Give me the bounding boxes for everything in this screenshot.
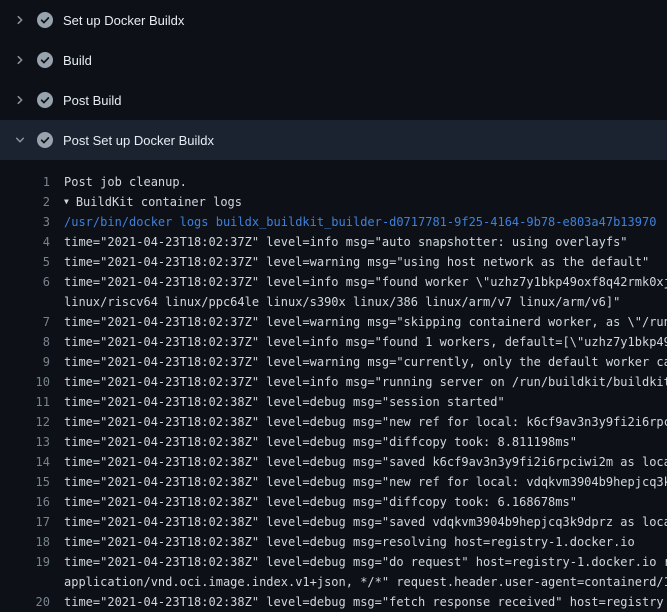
- line-number[interactable]: 12: [0, 412, 50, 432]
- log-line: 18 time="2021-04-23T18:02:38Z" level=deb…: [0, 532, 667, 552]
- line-number[interactable]: 11: [0, 392, 50, 412]
- line-number[interactable]: 14: [0, 452, 50, 472]
- check-circle-icon: [37, 132, 53, 148]
- step-label: Set up Docker Buildx: [63, 13, 184, 28]
- line-number[interactable]: 7: [0, 312, 50, 332]
- line-text: application/vnd.oci.image.index.v1+json,…: [50, 572, 667, 592]
- log-line: 10 time="2021-04-23T18:02:37Z" level=inf…: [0, 372, 667, 392]
- log-line: application/vnd.oci.image.index.v1+json,…: [0, 572, 667, 592]
- log-line: 20 time="2021-04-23T18:02:38Z" level=deb…: [0, 592, 667, 612]
- log-line: 12 time="2021-04-23T18:02:38Z" level=deb…: [0, 412, 667, 432]
- line-number[interactable]: 15: [0, 472, 50, 492]
- line-number[interactable]: 5: [0, 252, 50, 272]
- step-label: Post Build: [63, 93, 122, 108]
- step-row[interactable]: Post Set up Docker Buildx: [0, 120, 667, 160]
- line-number[interactable]: 8: [0, 332, 50, 352]
- line-number[interactable]: 2: [0, 192, 50, 212]
- step-label: Build: [63, 53, 92, 68]
- step-row[interactable]: Set up Docker Buildx: [0, 0, 667, 40]
- chevron-down-icon: [12, 133, 28, 147]
- check-circle-icon: [37, 92, 53, 108]
- step-label: Post Set up Docker Buildx: [63, 133, 214, 148]
- line-number[interactable]: 16: [0, 492, 50, 512]
- chevron-right-icon: [12, 53, 28, 67]
- log-line: 5 time="2021-04-23T18:02:37Z" level=warn…: [0, 252, 667, 272]
- line-text: time="2021-04-23T18:02:37Z" level=info m…: [50, 372, 667, 392]
- line-number[interactable]: 20: [0, 592, 50, 612]
- group-caret-icon[interactable]: ▼: [50, 192, 69, 212]
- log-output: 1 Post job cleanup. 2 ▼ BuildKit contain…: [0, 160, 667, 612]
- step-row[interactable]: Build: [0, 40, 667, 80]
- check-circle-icon: [37, 52, 53, 68]
- line-number[interactable]: 19: [0, 552, 50, 572]
- line-text: linux/riscv64 linux/ppc64le linux/s390x …: [50, 292, 620, 312]
- log-line: 15 time="2021-04-23T18:02:38Z" level=deb…: [0, 472, 667, 492]
- line-text: time="2021-04-23T18:02:38Z" level=debug …: [50, 392, 505, 412]
- line-text: time="2021-04-23T18:02:37Z" level=info m…: [50, 232, 628, 252]
- line-text: time="2021-04-23T18:02:38Z" level=debug …: [50, 412, 667, 432]
- line-text: /usr/bin/docker logs buildx_buildkit_bui…: [50, 212, 656, 232]
- log-line: 3 /usr/bin/docker logs buildx_buildkit_b…: [0, 212, 667, 232]
- line-text: time="2021-04-23T18:02:38Z" level=debug …: [50, 432, 577, 452]
- log-line: 16 time="2021-04-23T18:02:38Z" level=deb…: [0, 492, 667, 512]
- line-number[interactable]: 3: [0, 212, 50, 232]
- log-line: 11 time="2021-04-23T18:02:38Z" level=deb…: [0, 392, 667, 412]
- line-number[interactable]: 13: [0, 432, 50, 452]
- line-text: time="2021-04-23T18:02:38Z" level=debug …: [50, 552, 667, 572]
- line-text: Post job cleanup.: [50, 172, 187, 192]
- line-number[interactable]: 9: [0, 352, 50, 372]
- line-text: time="2021-04-23T18:02:38Z" level=debug …: [50, 492, 577, 512]
- line-number[interactable]: [0, 292, 50, 312]
- step-row[interactable]: Post Build: [0, 80, 667, 120]
- line-text: time="2021-04-23T18:02:38Z" level=debug …: [50, 592, 664, 612]
- log-line: 6 time="2021-04-23T18:02:37Z" level=info…: [0, 272, 667, 292]
- log-line: 9 time="2021-04-23T18:02:37Z" level=warn…: [0, 352, 667, 372]
- log-line: 19 time="2021-04-23T18:02:38Z" level=deb…: [0, 552, 667, 572]
- line-text: time="2021-04-23T18:02:37Z" level=warnin…: [50, 312, 667, 332]
- line-number[interactable]: 6: [0, 272, 50, 292]
- line-number[interactable]: 18: [0, 532, 50, 552]
- line-text: time="2021-04-23T18:02:38Z" level=debug …: [50, 512, 667, 532]
- line-number[interactable]: [0, 572, 50, 592]
- line-text: time="2021-04-23T18:02:37Z" level=info m…: [50, 272, 667, 292]
- chevron-right-icon: [12, 13, 28, 27]
- line-text: time="2021-04-23T18:02:37Z" level=info m…: [50, 332, 667, 352]
- line-text: time="2021-04-23T18:02:38Z" level=debug …: [50, 472, 667, 492]
- line-number[interactable]: 17: [0, 512, 50, 532]
- check-circle-icon: [37, 12, 53, 28]
- log-line: linux/riscv64 linux/ppc64le linux/s390x …: [0, 292, 667, 312]
- log-line: 1 Post job cleanup.: [0, 172, 667, 192]
- log-line: 14 time="2021-04-23T18:02:38Z" level=deb…: [0, 452, 667, 472]
- log-line: 7 time="2021-04-23T18:02:37Z" level=warn…: [0, 312, 667, 332]
- line-text: time="2021-04-23T18:02:38Z" level=debug …: [50, 532, 635, 552]
- line-number[interactable]: 10: [0, 372, 50, 392]
- chevron-right-icon: [12, 93, 28, 107]
- log-line: 17 time="2021-04-23T18:02:38Z" level=deb…: [0, 512, 667, 532]
- log-line: 2 ▼ BuildKit container logs: [0, 192, 667, 212]
- line-number[interactable]: 1: [0, 172, 50, 192]
- line-text: time="2021-04-23T18:02:37Z" level=warnin…: [50, 252, 649, 272]
- actions-log-viewer: Set up Docker Buildx Build P: [0, 0, 667, 612]
- line-text: time="2021-04-23T18:02:38Z" level=debug …: [50, 452, 667, 472]
- line-text: BuildKit container logs: [69, 192, 242, 212]
- log-line: 13 time="2021-04-23T18:02:38Z" level=deb…: [0, 432, 667, 452]
- log-line: 8 time="2021-04-23T18:02:37Z" level=info…: [0, 332, 667, 352]
- line-text: time="2021-04-23T18:02:37Z" level=warnin…: [50, 352, 667, 372]
- steps-list: Set up Docker Buildx Build P: [0, 0, 667, 160]
- log-line: 4 time="2021-04-23T18:02:37Z" level=info…: [0, 232, 667, 252]
- line-number[interactable]: 4: [0, 232, 50, 252]
